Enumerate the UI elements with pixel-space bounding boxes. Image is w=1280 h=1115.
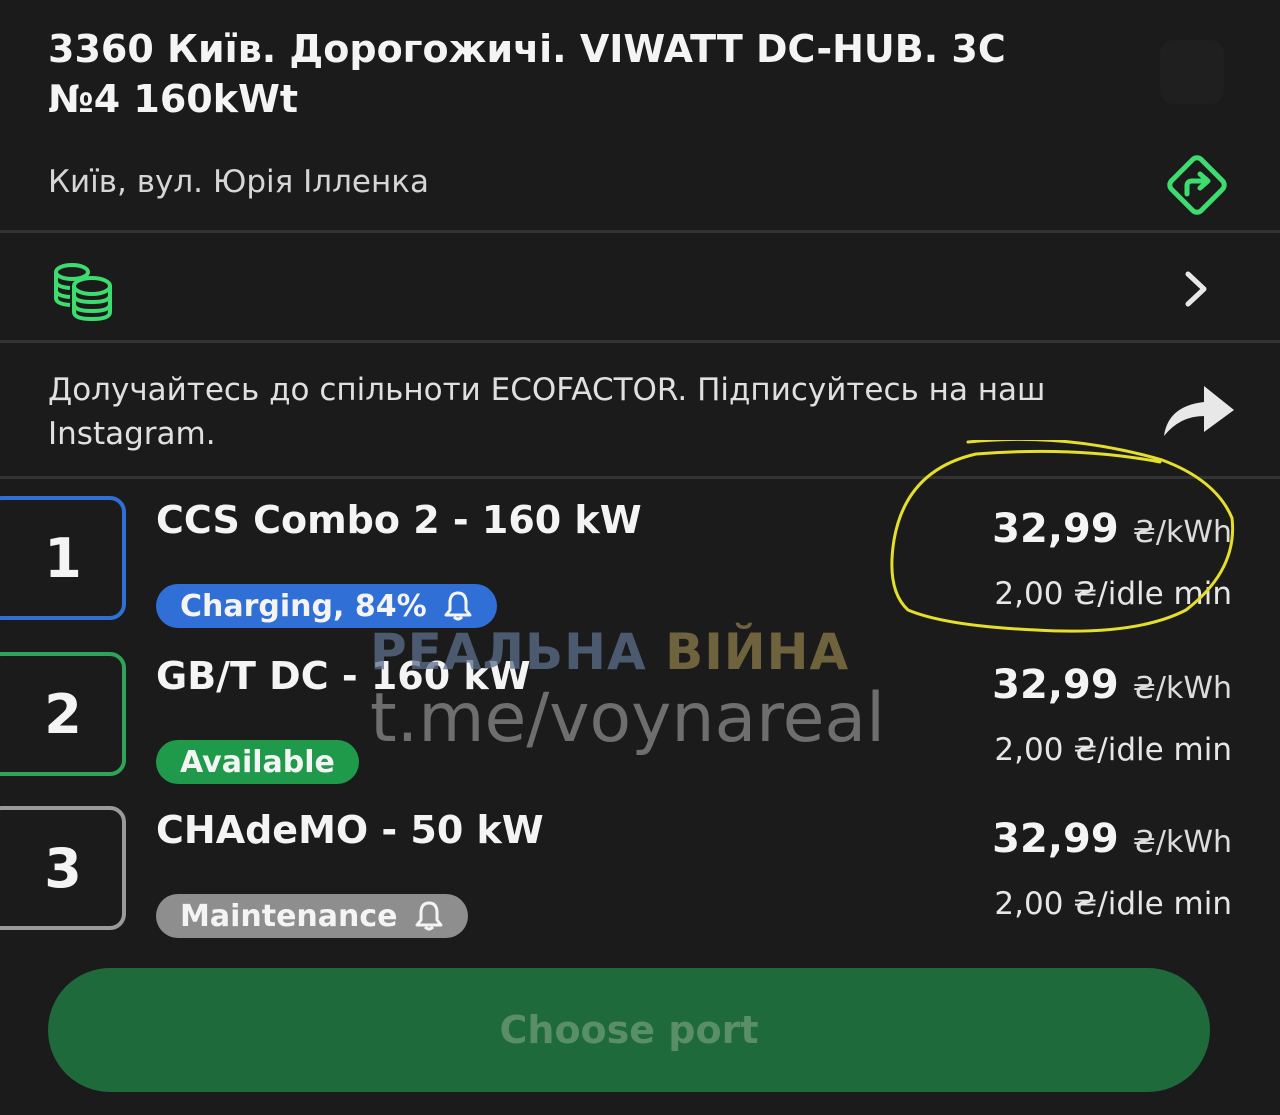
price-per-kwh: 32,99 ₴/kWh	[992, 816, 1232, 862]
price-per-kwh: 32,99 ₴/kWh	[992, 506, 1232, 552]
port-connector-name: CHAdeMO - 50 kW	[156, 808, 544, 852]
port-connector-name: GB/T DC - 160 kW	[156, 654, 531, 698]
price-per-kwh: 32,99 ₴/kWh	[992, 662, 1232, 708]
port-number-box[interactable]: 3	[0, 806, 126, 930]
divider	[0, 230, 1280, 233]
price-value: 32,99	[992, 506, 1119, 552]
directions-icon[interactable]	[1160, 148, 1234, 222]
port-number: 2	[44, 682, 82, 746]
price-unit: ₴/kWh	[1132, 825, 1232, 860]
station-address: Київ, вул. Юрія Ілленка	[48, 164, 429, 200]
idle-fee: 2,00 ₴/idle min	[994, 732, 1232, 768]
status-badge: Maintenance	[156, 894, 468, 938]
port-row-1[interactable]: 1 CCS Combo 2 - 160 kW Charging, 84% 32,…	[0, 496, 1280, 636]
share-arrow-icon[interactable]	[1160, 378, 1238, 440]
bell-icon[interactable]	[414, 900, 444, 932]
status-label: Maintenance	[180, 898, 398, 934]
port-connector-name: CCS Combo 2 - 160 kW	[156, 498, 642, 542]
chevron-right-icon	[1185, 271, 1207, 307]
choose-port-button[interactable]: Choose port	[48, 968, 1210, 1092]
station-title: 3360 Київ. Дорогожичі. VIWATT DC-HUB. 3C…	[48, 27, 1006, 121]
coins-icon	[54, 263, 112, 322]
price-unit: ₴/kWh	[1132, 671, 1232, 706]
port-row-3[interactable]: 3 CHAdeMO - 50 kW Maintenance 32,99 ₴/kW…	[0, 806, 1280, 946]
status-label: Charging, 84%	[180, 588, 427, 624]
port-number-box[interactable]: 1	[0, 496, 126, 620]
divider	[0, 476, 1280, 479]
price-unit: ₴/kWh	[1132, 515, 1232, 550]
bell-icon[interactable]	[443, 590, 473, 622]
idle-fee: 2,00 ₴/idle min	[994, 576, 1232, 612]
promo-text[interactable]: Долучайтесь до спільноти ECOFACTOR. Підп…	[48, 368, 1118, 456]
tariff-row[interactable]	[0, 236, 1280, 340]
status-badge: Available	[156, 740, 359, 784]
status-badge: Charging, 84%	[156, 584, 497, 628]
status-label: Available	[180, 744, 335, 780]
price-value: 32,99	[992, 662, 1119, 708]
port-number: 3	[44, 836, 82, 900]
idle-fee: 2,00 ₴/idle min	[994, 886, 1232, 922]
port-number: 1	[44, 526, 82, 590]
port-row-2[interactable]: 2 GB/T DC - 160 kW Available 32,99 ₴/kWh…	[0, 652, 1280, 792]
price-value: 32,99	[992, 816, 1119, 862]
favorite-icon[interactable]	[1160, 40, 1224, 104]
port-number-box[interactable]: 2	[0, 652, 126, 776]
divider	[0, 340, 1280, 343]
